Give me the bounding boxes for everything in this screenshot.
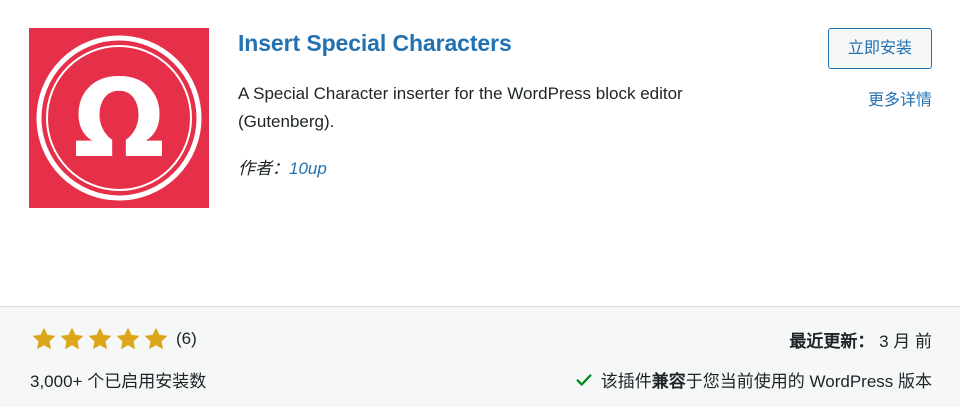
last-updated-value: 3 月 前 bbox=[879, 332, 932, 351]
star-filled-icon bbox=[144, 327, 168, 350]
install-now-button[interactable]: 立即安装 bbox=[828, 28, 932, 69]
omega-glyph: Ω bbox=[73, 57, 165, 182]
compat-bold: 兼容 bbox=[651, 372, 686, 391]
last-updated: 最近更新： 3 月 前 bbox=[789, 327, 932, 352]
plugin-title-link[interactable]: Insert Special Characters bbox=[238, 30, 512, 57]
omega-logo-icon: Ω bbox=[36, 35, 202, 201]
plugin-icon[interactable]: Ω bbox=[29, 28, 209, 208]
plugin-author: 作者：10up bbox=[238, 154, 327, 179]
author-link[interactable]: 10up bbox=[289, 159, 327, 178]
star-rating: (6) bbox=[30, 325, 197, 353]
compatibility-notice: 该插件 兼容 于您当前使用的 WordPress 版本 bbox=[575, 367, 932, 392]
checkmark-icon bbox=[576, 373, 592, 386]
star-filled-icon bbox=[32, 327, 56, 350]
star-filled-icon bbox=[116, 327, 140, 350]
plugin-card-footer: (6) 3,000+ 个已启用安装数 最近更新： 3 月 前 该插件 兼容 于您当前… bbox=[0, 306, 960, 407]
last-updated-label: 最近更新： bbox=[789, 332, 875, 351]
star-filled-icon bbox=[88, 327, 112, 350]
rating-count: (6) bbox=[176, 329, 197, 348]
plugin-card-top: Ω Insert Special Characters A Special Ch… bbox=[0, 0, 960, 306]
more-details-link[interactable]: 更多详情 bbox=[868, 86, 932, 110]
star-filled-icon bbox=[60, 327, 84, 350]
plugin-card: Ω Insert Special Characters A Special Ch… bbox=[0, 0, 960, 407]
compat-suffix: 于您当前使用的 WordPress 版本 bbox=[685, 372, 932, 391]
compat-prefix: 该插件 bbox=[600, 372, 652, 391]
active-installs: 3,000+ 个已启用安装数 bbox=[30, 372, 207, 391]
plugin-description: A Special Character inserter for the Wor… bbox=[238, 84, 683, 131]
author-label: 作者： bbox=[238, 159, 289, 178]
